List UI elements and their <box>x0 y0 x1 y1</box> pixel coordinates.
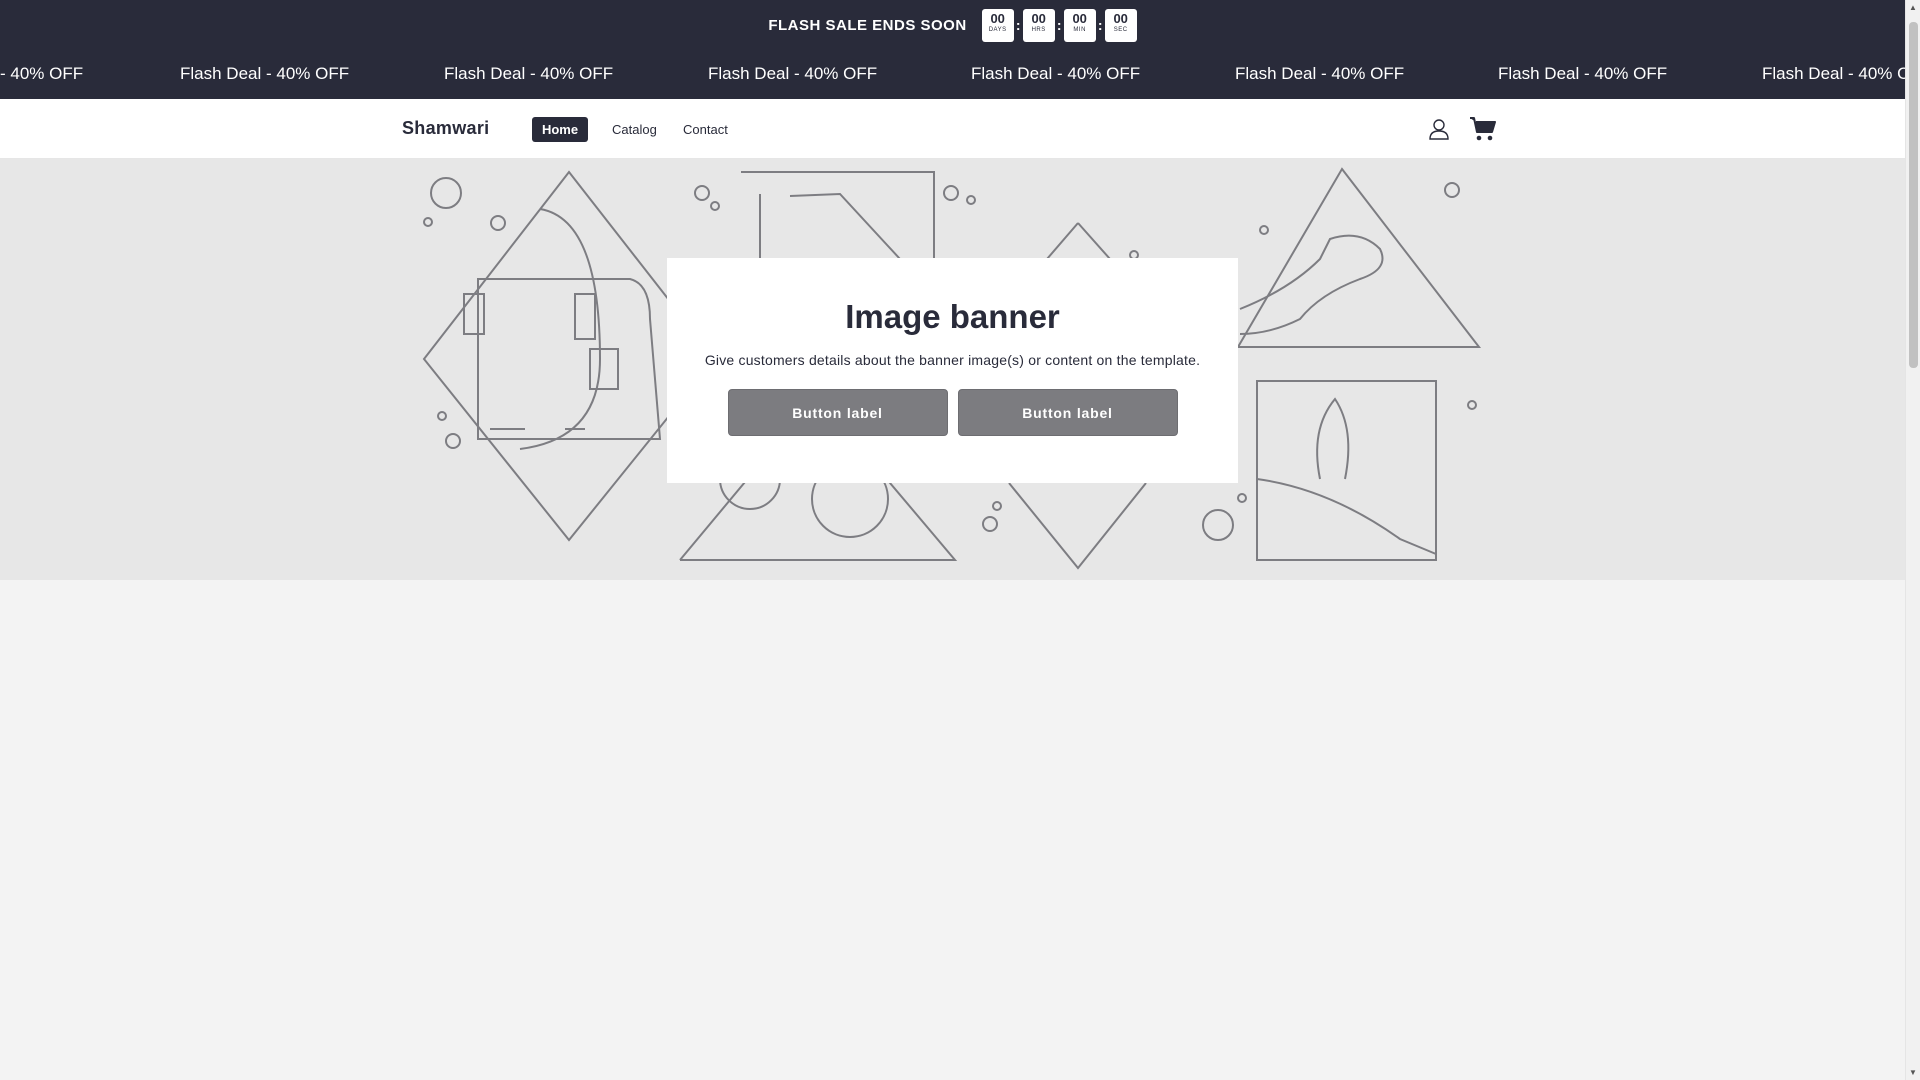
cart-icon[interactable] <box>1469 116 1497 142</box>
marquee-item: Flash Deal - 40% OFF <box>971 64 1141 83</box>
countdown-days: 00 DAYS <box>981 8 1014 42</box>
site-logo[interactable]: Shamwari <box>402 118 489 139</box>
countdown-value: 00 <box>1031 10 1046 26</box>
marquee-item: - 40% OFF <box>0 64 84 83</box>
announcement-bar: FLASH SALE ENDS SOON 00 DAYS : 00 HRS : … <box>0 0 1905 99</box>
countdown-unit: HRS <box>1031 26 1046 33</box>
countdown-hours: 00 HRS <box>1022 8 1055 42</box>
countdown-separator: : <box>1097 17 1103 33</box>
countdown-separator: : <box>1015 17 1021 33</box>
countdown-unit: MIN <box>1073 26 1086 33</box>
countdown-separator: : <box>1056 17 1062 33</box>
banner-content-box: Image banner Give customers details abou… <box>667 258 1238 483</box>
banner-buttons: Button label Button label <box>667 389 1238 436</box>
nav-contact[interactable]: Contact <box>683 117 728 142</box>
scroll-up-icon[interactable]: ▲ <box>1909 3 1917 12</box>
image-banner: Image banner Give customers details abou… <box>0 159 1905 580</box>
countdown-value: 00 <box>990 10 1005 26</box>
countdown-value: 00 <box>1113 10 1128 26</box>
scroll-down-icon[interactable]: ▼ <box>1909 1068 1917 1077</box>
sale-title: FLASH SALE ENDS SOON <box>768 16 967 34</box>
marquee-item: Flash Deal - 40% OFF <box>180 64 350 83</box>
countdown-unit: SEC <box>1113 26 1128 33</box>
marquee-item: Flash Deal - 40% OFF <box>1235 64 1405 83</box>
scroll-thumb[interactable] <box>1909 22 1918 368</box>
marquee-item: Flash Deal - 40% OFF <box>708 64 878 83</box>
nav-catalog[interactable]: Catalog <box>612 117 657 142</box>
banner-button-secondary[interactable]: Button label <box>957 389 1178 436</box>
banner-text: Give customers details about the banner … <box>704 352 1201 368</box>
page-scrollbar[interactable]: ▲ ▼ <box>1905 0 1920 1080</box>
countdown-timer: FLASH SALE ENDS SOON 00 DAYS : 00 HRS : … <box>0 8 1905 42</box>
marquee-item: Flash Deal - 40% OFF <box>444 64 614 83</box>
marquee-item: Flash Deal - 40% OFF <box>1498 64 1668 83</box>
site-header: Shamwari Home Catalog Contact <box>0 99 1905 159</box>
nav-home[interactable]: Home <box>532 117 588 142</box>
countdown-seconds: 00 SEC <box>1104 8 1137 42</box>
marquee-item: Flash Deal - 40% O <box>1762 64 1905 83</box>
countdown-value: 00 <box>1072 10 1087 26</box>
marquee: - 40% OFF Flash Deal - 40% OFF Flash Dea… <box>0 50 1905 99</box>
countdown-unit: DAYS <box>988 26 1007 33</box>
banner-heading: Image banner <box>845 298 1060 335</box>
banner-button-primary[interactable]: Button label <box>727 389 948 436</box>
countdown-minutes: 00 MIN <box>1063 8 1096 42</box>
account-icon[interactable] <box>1428 118 1450 140</box>
